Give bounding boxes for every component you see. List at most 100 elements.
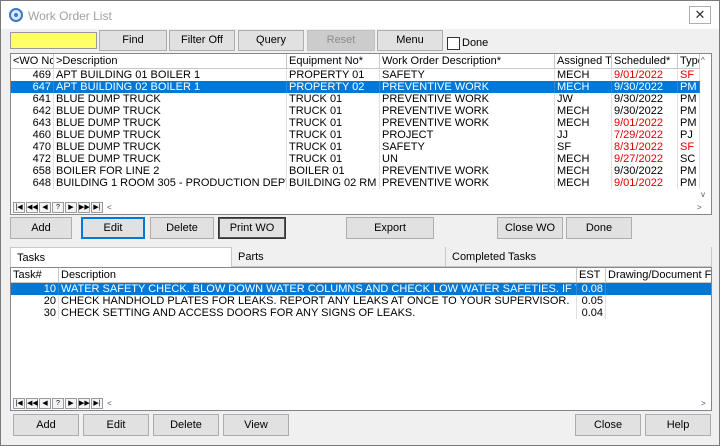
type-cell: SF (678, 141, 700, 153)
add-task-button[interactable]: Add (13, 414, 79, 436)
menu-button[interactable]: Menu (377, 30, 443, 51)
wo-number-cell: 470 (11, 141, 54, 153)
work-order-row[interactable]: 642 BLUE DUMP TRUCK TRUCK 01 PREVENTIVE WOR… (11, 105, 700, 117)
filter-off-button[interactable]: Filter Off (169, 30, 235, 51)
assigned-to-cell: SF (555, 141, 612, 153)
print-work-order-button[interactable]: Print WO (218, 217, 286, 239)
first-record-button[interactable]: |◀ (13, 398, 25, 409)
task-number-cell: 10 (11, 283, 59, 295)
description-header[interactable]: >Description (54, 54, 287, 69)
tab-parts[interactable]: Parts (232, 247, 446, 267)
description-cell: BOILER FOR LINE 2 (54, 165, 287, 177)
work-order-row[interactable]: 648 BUILDING 1 ROOM 305 - PRODUCTION DEPT… (11, 177, 700, 189)
work-order-row[interactable]: 470 BLUE DUMP TRUCK TRUCK 01 SAFETY SF 8/31/2… (11, 141, 700, 153)
description-cell: APT BUILDING 01 BOILER 1 (54, 69, 287, 81)
wo-number-cell: 643 (11, 117, 54, 129)
work-order-grid[interactable]: <WO No >Description Equipment No* Work Orde… (10, 53, 712, 215)
description-cell: BLUE DUMP TRUCK (54, 105, 287, 117)
export-button[interactable]: Export (346, 217, 434, 239)
work-order-row[interactable]: 472 BLUE DUMP TRUCK TRUCK 01 UN MECH 9/27/202… (11, 153, 700, 165)
close-window-button[interactable]: ✕ (689, 6, 711, 24)
type-cell: PM (678, 165, 700, 177)
close-work-order-button[interactable]: Close WO (497, 217, 563, 239)
description-cell: APT BUILDING 02 BOILER 1 (54, 81, 287, 93)
help-button[interactable]: Help (645, 414, 711, 436)
add-work-order-button[interactable]: Add (10, 217, 72, 239)
work-order-row[interactable]: 643 BLUE DUMP TRUCK TRUCK 01 PREVENTIVE WOR… (11, 117, 700, 129)
work-order-row[interactable]: 641 BLUE DUMP TRUCK TRUCK 01 PREVENTIVE WOR… (11, 93, 700, 105)
edit-work-order-button[interactable]: Edit (81, 217, 145, 239)
next-page-button[interactable]: ▶▶ (78, 202, 90, 213)
find-button[interactable]: Find (99, 30, 167, 51)
wo-number-cell: 469 (11, 69, 54, 81)
task-row[interactable]: 20 CHECK HANDHOLD PLATES FOR LEAKS. REPOR… (11, 295, 711, 307)
assigned-to-header[interactable]: Assigned To (555, 54, 612, 69)
close-button[interactable]: Close (575, 414, 641, 436)
prev-page-button[interactable]: ◀◀ (26, 202, 38, 213)
delete-work-order-button[interactable]: Delete (150, 217, 214, 239)
work-order-row[interactable]: 658 BOILER FOR LINE 2 BOILER 01 PREVENTIVE … (11, 165, 700, 177)
work-order-row[interactable]: 469 APT BUILDING 01 BOILER 1 PROPERTY 01 SA… (11, 69, 700, 81)
task-row[interactable]: 10 WATER SAFETY CHECK. BLOW DOWN WATER CO… (11, 283, 711, 295)
description-cell: BLUE DUMP TRUCK (54, 93, 287, 105)
wo-description-cell: PREVENTIVE WORK (380, 105, 555, 117)
wo-number-cell: 642 (11, 105, 54, 117)
estimate-cell: 0.04 (577, 307, 606, 319)
scroll-down-arrow[interactable]: v (701, 190, 705, 199)
scroll-up-arrow[interactable]: ^ (701, 56, 705, 65)
tab-tasks[interactable]: Tasks (10, 247, 232, 267)
wo-number-header[interactable]: <WO No (11, 54, 54, 69)
equipment-cell: TRUCK 01 (287, 129, 380, 141)
find-record-button[interactable]: ? (52, 398, 64, 409)
done-checkbox[interactable] (447, 37, 460, 50)
task-description-header[interactable]: Description (59, 268, 577, 283)
equipment-no-header[interactable]: Equipment No* (287, 54, 380, 69)
query-button[interactable]: Query (238, 30, 304, 51)
task-scroll-right-arrow[interactable]: > (701, 399, 706, 408)
task-row[interactable]: 30 CHECK SETTING AND ACCESS DOORS FOR ANY… (11, 307, 711, 319)
done-button[interactable]: Done (566, 217, 632, 239)
wo-description-cell: UN (380, 153, 555, 165)
prev-page-button[interactable]: ◀◀ (26, 398, 38, 409)
wo-description-header[interactable]: Work Order Description* (380, 54, 555, 69)
type-cell: PM (678, 93, 700, 105)
reset-button[interactable]: Reset (307, 30, 375, 51)
last-record-button[interactable]: ▶| (91, 202, 103, 213)
estimate-header[interactable]: EST (577, 268, 606, 283)
find-record-button[interactable]: ? (52, 202, 64, 213)
next-page-button[interactable]: ▶▶ (78, 398, 90, 409)
task-grid[interactable]: Task# Description EST Drawing/Document File… (10, 267, 712, 411)
prev-record-button[interactable]: ◀ (39, 202, 51, 213)
assigned-to-cell: MECH (555, 105, 612, 117)
next-record-button[interactable]: ▶ (65, 398, 77, 409)
task-number-header[interactable]: Task# (11, 268, 59, 283)
next-record-button[interactable]: ▶ (65, 202, 77, 213)
wo-number-cell: 641 (11, 93, 54, 105)
assigned-to-cell: MECH (555, 153, 612, 165)
wo-description-cell: PREVENTIVE WORK (380, 93, 555, 105)
type-cell: PM (678, 177, 700, 189)
equipment-cell: BUILDING 02 RM 305 (287, 177, 380, 189)
type-header[interactable]: Type (678, 54, 700, 69)
edit-task-button[interactable]: Edit (83, 414, 149, 436)
scheduled-header[interactable]: Scheduled* (612, 54, 678, 69)
tab-completed-tasks[interactable]: Completed Tasks (446, 247, 712, 267)
scroll-right-arrow[interactable]: > (697, 203, 702, 212)
assigned-to-cell: MECH (555, 177, 612, 189)
last-record-button[interactable]: ▶| (91, 398, 103, 409)
work-order-row[interactable]: 647 APT BUILDING 02 BOILER 1 PROPERTY 02 PR… (11, 81, 700, 93)
estimate-cell: 0.05 (577, 295, 606, 307)
scroll-left-arrow[interactable]: < (107, 203, 112, 212)
view-task-button[interactable]: View (223, 414, 289, 436)
first-record-button[interactable]: |◀ (13, 202, 25, 213)
equipment-cell: TRUCK 01 (287, 105, 380, 117)
task-number-cell: 30 (11, 307, 59, 319)
prev-record-button[interactable]: ◀ (39, 398, 51, 409)
work-order-row[interactable]: 460 BLUE DUMP TRUCK TRUCK 01 PROJECT JJ 7/29/… (11, 129, 700, 141)
done-checkbox-label: Done (462, 37, 489, 49)
task-scroll-left-arrow[interactable]: < (107, 399, 112, 408)
search-input[interactable] (10, 32, 97, 49)
drawing-file-header[interactable]: Drawing/Document File (606, 268, 711, 283)
type-cell: PM (678, 117, 700, 129)
delete-task-button[interactable]: Delete (153, 414, 219, 436)
